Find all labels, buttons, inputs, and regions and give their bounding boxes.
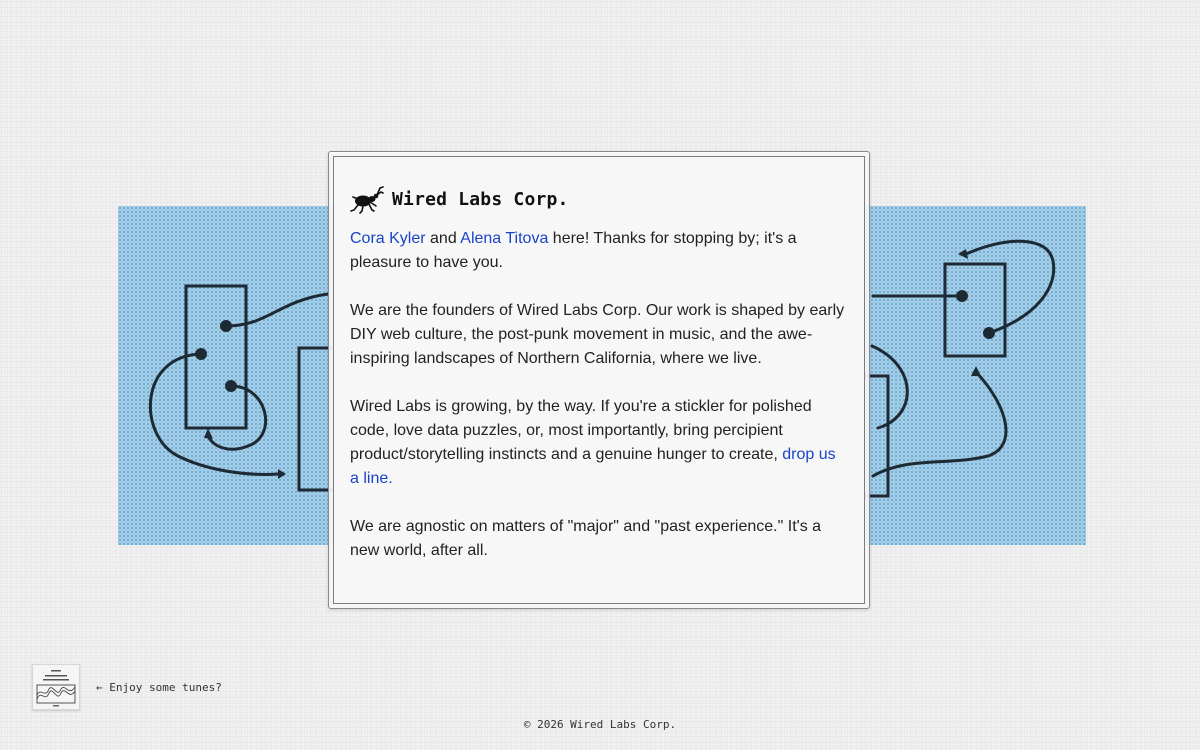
about-card-inner: Wired Labs Corp. Cora Kyler and Alena Ti… (333, 156, 865, 604)
tunes-link[interactable]: ← Enjoy some tunes? (96, 681, 222, 694)
founder-link-alena[interactable]: Alena Titova (460, 230, 548, 247)
tunes-widget: ← Enjoy some tunes? (32, 664, 222, 710)
brand-name: Wired Labs Corp. (392, 188, 569, 210)
beetle-icon (350, 184, 384, 214)
agnostic-paragraph: We are agnostic on matters of "major" an… (350, 518, 822, 559)
about-card: Wired Labs Corp. Cora Kyler and Alena Ti… (328, 151, 870, 609)
intro-paragraph: Cora Kyler and Alena Titova here! Thanks… (350, 227, 848, 275)
hiring-paragraph: Wired Labs is growing, by the way. If yo… (350, 395, 848, 491)
footer-copyright: © 2026 Wired Labs Corp. (523, 718, 677, 731)
hiring-text: Wired Labs is growing, by the way. If yo… (350, 398, 812, 463)
intro-and: and (425, 230, 461, 247)
brand-header: Wired Labs Corp. (350, 183, 848, 215)
album-cover-icon[interactable] (32, 664, 80, 710)
founder-link-cora[interactable]: Cora Kyler (350, 230, 426, 247)
about-paragraph: We are the founders of Wired Labs Corp. … (350, 302, 845, 367)
